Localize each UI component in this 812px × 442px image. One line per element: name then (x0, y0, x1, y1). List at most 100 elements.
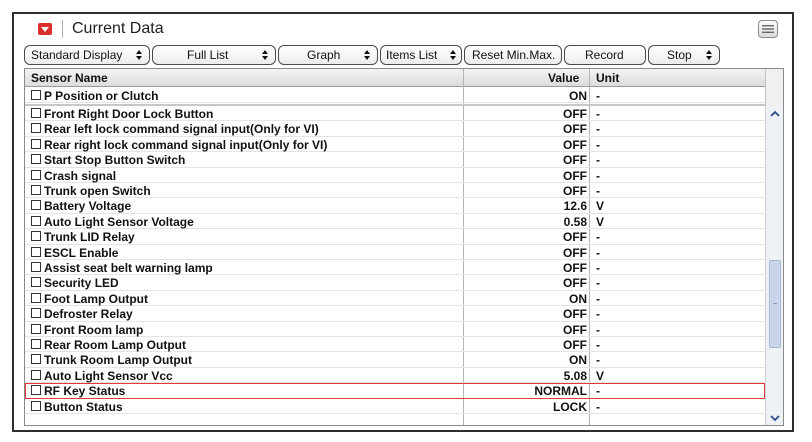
table-row[interactable]: Auto Light Sensor Voltage 0.58 V (25, 214, 765, 230)
row-checkbox[interactable] (31, 369, 41, 380)
row-checkbox[interactable] (31, 108, 41, 118)
table-row[interactable]: Button Status LOCK - (25, 399, 765, 414)
row-checkbox[interactable] (31, 385, 41, 396)
row-checkbox[interactable] (31, 154, 41, 165)
sensor-value: OFF (563, 338, 587, 352)
sensor-value: OFF (563, 245, 587, 260)
sensor-unit: - (596, 322, 600, 337)
table-row[interactable]: Defroster Relay OFF - (25, 306, 765, 322)
row-checkbox[interactable] (31, 123, 41, 134)
table-row[interactable]: Rear right lock command signal input(Onl… (25, 137, 765, 153)
sensor-name: Foot Lamp Output (44, 291, 148, 306)
sensor-name: Crash signal (44, 168, 117, 183)
row-checkbox[interactable] (31, 200, 41, 211)
stop-select[interactable]: Stop (648, 45, 720, 65)
scroll-down-icon[interactable] (769, 412, 781, 424)
sensor-unit: - (596, 107, 600, 121)
column-header-unit[interactable]: Unit (596, 71, 619, 85)
table-row[interactable]: Front Room lamp OFF - (25, 322, 765, 337)
row-checkbox[interactable] (31, 292, 41, 303)
record-label: Record (585, 48, 624, 62)
row-checkbox[interactable] (31, 262, 41, 272)
current-data-panel: Current Data Standard Display Full List … (12, 12, 794, 432)
sensor-name: Trunk Room Lamp Output (44, 353, 192, 368)
standard-display-select[interactable]: Standard Display (24, 45, 150, 65)
full-list-label: Full List (187, 48, 229, 62)
sensor-name: ESCL Enable (44, 245, 119, 260)
vertical-scrollbar[interactable] (765, 106, 783, 425)
row-checkbox[interactable] (31, 185, 41, 195)
spinner-icon (136, 50, 142, 60)
sensor-unit: - (596, 137, 600, 152)
sensor-name: Start Stop Button Switch (44, 153, 186, 168)
table-row[interactable]: Security LED OFF - (25, 275, 765, 291)
items-list-select[interactable]: Items List (380, 45, 462, 65)
sensor-name: Rear left lock command signal input(Only… (44, 122, 319, 137)
panel-menu-button[interactable] (758, 20, 778, 38)
table-row[interactable]: Trunk LID Relay OFF - (25, 229, 765, 245)
sensor-value: ON (569, 291, 587, 306)
sensor-unit: - (596, 230, 600, 245)
stop-label: Stop (667, 48, 692, 62)
table-row[interactable]: Rear Room Lamp Output OFF - (25, 337, 765, 353)
row-checkbox[interactable] (31, 215, 41, 226)
table-row[interactable]: Battery Voltage 12.6 V (25, 198, 765, 214)
record-button[interactable]: Record (564, 45, 646, 65)
table-row[interactable]: Foot Lamp Output ON - (25, 291, 765, 307)
row-checkbox[interactable] (31, 169, 41, 180)
row-checkbox[interactable] (31, 90, 41, 100)
sensor-unit: - (596, 261, 600, 275)
column-header-sensor-name[interactable]: Sensor Name (31, 71, 108, 85)
table-row[interactable]: Start Stop Button Switch OFF - (25, 152, 765, 168)
reset-minmax-button[interactable]: Reset Min.Max. (464, 45, 562, 65)
row-checkbox[interactable] (31, 231, 41, 242)
sensor-unit: V (596, 368, 605, 383)
row-checkbox[interactable] (31, 339, 41, 349)
table-row[interactable]: Trunk Room Lamp Output ON - (25, 352, 765, 368)
reset-minmax-label: Reset Min.Max. (472, 48, 556, 62)
sensor-unit: - (596, 245, 600, 260)
table-row[interactable]: Front Right Door Lock Button OFF - (25, 106, 765, 122)
row-checkbox[interactable] (31, 138, 41, 149)
sensor-unit: - (596, 399, 600, 414)
column-header-value[interactable]: Value (548, 71, 579, 85)
page-title: Current Data (72, 20, 164, 37)
title-divider (62, 20, 63, 38)
sensor-value: OFF (563, 322, 587, 337)
row-checkbox[interactable] (31, 308, 41, 319)
sensor-value: OFF (563, 122, 587, 137)
sensor-unit: V (596, 199, 605, 214)
table-row[interactable]: Assist seat belt warning lamp OFF - (25, 260, 765, 276)
sensor-name: Rear Room Lamp Output (44, 338, 187, 352)
sensor-value: 12.6 (563, 199, 587, 214)
row-checkbox[interactable] (31, 354, 41, 365)
dropdown-arrow-icon[interactable] (38, 23, 52, 35)
sensor-unit: - (596, 307, 600, 322)
sensor-unit: - (596, 338, 600, 352)
table-row[interactable]: RF Key Status NORMAL - (25, 383, 765, 399)
fixed-row[interactable]: P Position or Clutch ON - (25, 88, 765, 104)
row-checkbox[interactable] (31, 323, 41, 334)
sensor-value: OFF (563, 153, 587, 168)
graph-select[interactable]: Graph (278, 45, 378, 65)
row-checkbox[interactable] (31, 246, 41, 257)
table-row[interactable]: Crash signal OFF - (25, 168, 765, 183)
sensor-value: OFF (563, 107, 587, 121)
full-list-select[interactable]: Full List (152, 45, 276, 65)
sensor-name: Battery Voltage (44, 199, 132, 214)
table-row[interactable]: Trunk open Switch OFF - (25, 183, 765, 199)
table-row[interactable]: ESCL Enable OFF - (25, 245, 765, 260)
sensor-name: Security LED (44, 276, 119, 291)
row-checkbox[interactable] (31, 400, 41, 411)
sensor-unit: V (596, 214, 605, 229)
sensor-value: OFF (563, 230, 587, 245)
table-row[interactable]: Auto Light Sensor Vcc 5.08 V (25, 368, 765, 384)
spinner-icon (450, 50, 456, 60)
table-row[interactable]: Rear left lock command signal input(Only… (25, 121, 765, 137)
sensor-unit: - (596, 153, 600, 168)
sensor-value: ON (569, 353, 587, 368)
scroll-up-icon[interactable] (769, 108, 781, 120)
sensor-value: OFF (563, 184, 587, 198)
scroll-thumb[interactable] (769, 260, 781, 348)
row-checkbox[interactable] (31, 277, 41, 288)
